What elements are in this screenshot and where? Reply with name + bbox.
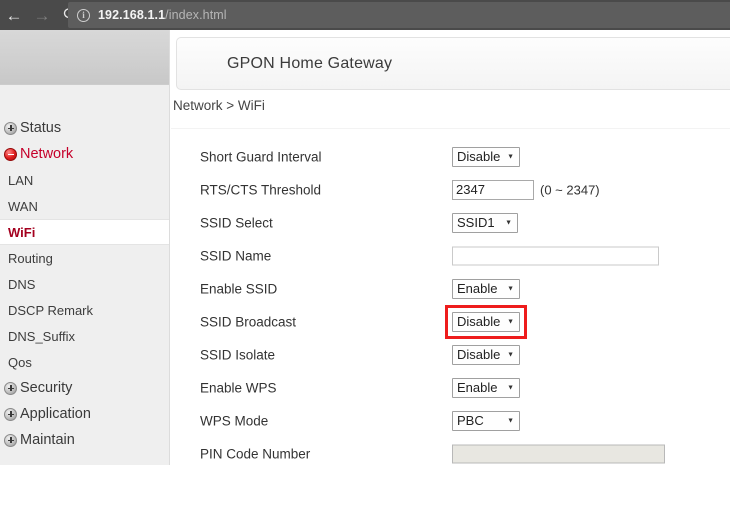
page-title: GPON Home Gateway — [227, 54, 393, 72]
select-wrap-wps-mode: PBCPIN — [452, 410, 520, 431]
wps-mode-select[interactable]: PBCPIN — [452, 410, 520, 431]
sidebar-top-band — [0, 30, 169, 85]
forward-arrow-icon[interactable]: → — [28, 0, 56, 30]
sidebar-nav-list: Status Network LAN WAN WiFi Routing DNS DSCP Re… — [0, 115, 169, 453]
form-row-ssid-broadcast: SSID Broadcast DisableEnable — [171, 305, 730, 338]
breadcrumb: Network > WiFi — [173, 98, 265, 113]
select-wrap-ssid-isolate: DisableEnable — [452, 344, 520, 365]
sidebar-item-security[interactable]: Security — [0, 375, 169, 401]
sidebar-item-application[interactable]: Application — [0, 401, 169, 427]
back-arrow-icon[interactable]: ← — [0, 0, 28, 30]
control-wrap-ssid-isolate: DisableEnable — [452, 344, 520, 365]
sidebar-item-wan[interactable]: WAN — [0, 193, 169, 219]
form-row-rts-cts-threshold: RTS/CTS Threshold (0 ~ 2347) — [171, 173, 730, 206]
main-content: GPON Home Gateway Network > WiFi Short G… — [171, 30, 730, 518]
form-row-enable-ssid: Enable SSID EnableDisable — [171, 272, 730, 305]
control-wrap-enable-wps: EnableDisable — [452, 377, 520, 398]
url-path-text: /index.html — [165, 8, 227, 22]
rts-cts-threshold-input[interactable] — [452, 179, 534, 200]
sidebar-item-label: DNS_Suffix — [8, 328, 75, 344]
control-wrap-enable-ssid: EnableDisable — [452, 278, 520, 299]
form-row-short-guard-interval: Short Guard Interval DisableEnable — [171, 140, 730, 173]
plus-circle-icon[interactable] — [4, 121, 17, 135]
label-ssid-name: SSID Name — [200, 248, 272, 263]
pin-code-number-input — [452, 444, 665, 463]
sidebar-item-label: LAN — [8, 172, 34, 188]
site-info-icon[interactable]: i — [77, 8, 90, 22]
plus-circle-icon[interactable] — [4, 381, 17, 395]
select-wrap-short-guard-interval: DisableEnable — [452, 146, 520, 167]
ssid-isolate-select[interactable]: DisableEnable — [452, 344, 520, 365]
select-wrap-enable-ssid: EnableDisable — [452, 278, 520, 299]
form-row-ssid-name: SSID Name — [171, 239, 730, 272]
label-rts-cts-threshold: RTS/CTS Threshold — [200, 182, 322, 197]
select-wrap-ssid-select: SSID1SSID2SSID3SSID4 — [452, 212, 518, 233]
form-row-pin-code-number: PIN Code Number — [171, 437, 730, 470]
sidebar-item-label: DNS — [8, 276, 36, 292]
control-wrap-ssid-broadcast: DisableEnable — [452, 311, 520, 332]
sidebar-item-lan[interactable]: LAN — [0, 167, 169, 193]
sidebar-item-qos[interactable]: Qos — [0, 349, 169, 375]
control-wrap-ssid-select: SSID1SSID2SSID3SSID4 — [452, 212, 518, 233]
ssid-name-input[interactable] — [452, 246, 659, 265]
hint-rts-cts-threshold: (0 ~ 2347) — [540, 182, 600, 197]
label-short-guard-interval: Short Guard Interval — [200, 149, 322, 164]
sidebar-item-label: Network — [20, 146, 74, 162]
form-row-enable-wps: Enable WPS EnableDisable — [171, 371, 730, 404]
ssid-select-select[interactable]: SSID1SSID2SSID3SSID4 — [452, 212, 518, 233]
sidebar-item-dns[interactable]: DNS — [0, 271, 169, 297]
control-wrap-wps-mode: PBCPIN — [452, 410, 520, 431]
sidebar-item-label: Routing — [8, 250, 53, 266]
sidebar-item-label: WAN — [8, 198, 38, 214]
form-row-ssid-select: SSID Select SSID1SSID2SSID3SSID4 — [171, 206, 730, 239]
sidebar-item-label: Status — [20, 120, 62, 136]
sidebar-item-label: Qos — [8, 354, 32, 370]
sidebar-item-wifi[interactable]: WiFi — [0, 219, 169, 245]
plus-circle-icon[interactable] — [4, 407, 17, 421]
control-wrap-short-guard-interval: DisableEnable — [452, 146, 520, 167]
control-wrap-pin-code-number — [452, 444, 665, 463]
screenshot-root: ← → ⟳ i 192.168.1.1 /index.html Status Ne… — [0, 0, 730, 518]
browser-toolbar: ← → ⟳ i 192.168.1.1 /index.html — [0, 0, 730, 30]
sidebar-item-label: Maintain — [20, 432, 75, 448]
sidebar: Status Network LAN WAN WiFi Routing DNS DSCP Re… — [0, 30, 170, 465]
control-wrap-ssid-name — [452, 246, 659, 265]
form-row-wps-mode: WPS Mode PBCPIN — [171, 404, 730, 437]
sidebar-item-dns-suffix[interactable]: DNS_Suffix — [0, 323, 169, 349]
plus-circle-icon[interactable] — [4, 433, 17, 447]
form-row-ssid-isolate: SSID Isolate DisableEnable — [171, 338, 730, 371]
label-ssid-isolate: SSID Isolate — [200, 347, 276, 362]
label-wps-mode: WPS Mode — [200, 413, 269, 428]
content-divider — [171, 128, 730, 129]
wifi-settings-form: Short Guard Interval DisableEnable RTS/CTS… — [171, 140, 730, 470]
short-guard-interval-select[interactable]: DisableEnable — [452, 146, 520, 167]
sidebar-item-label: Application — [20, 406, 91, 422]
select-wrap-enable-wps: EnableDisable — [452, 377, 520, 398]
label-ssid-broadcast: SSID Broadcast — [200, 314, 297, 329]
enable-wps-select[interactable]: EnableDisable — [452, 377, 520, 398]
sidebar-item-status[interactable]: Status — [0, 115, 169, 141]
address-bar[interactable]: i 192.168.1.1 /index.html — [68, 2, 730, 28]
sidebar-item-label: Security — [20, 380, 73, 396]
sidebar-item-label: DSCP Remark — [8, 302, 94, 318]
enable-ssid-select[interactable]: EnableDisable — [452, 278, 520, 299]
url-host-text: 192.168.1.1 — [98, 8, 166, 22]
select-wrap-ssid-broadcast: DisableEnable — [452, 311, 520, 332]
sidebar-item-label: WiFi — [8, 224, 36, 240]
minus-circle-icon[interactable] — [4, 147, 17, 161]
label-enable-ssid: Enable SSID — [200, 281, 278, 296]
ssid-broadcast-select[interactable]: DisableEnable — [452, 311, 520, 332]
sidebar-item-routing[interactable]: Routing — [0, 245, 169, 271]
sidebar-item-network[interactable]: Network — [0, 141, 169, 167]
sidebar-item-maintain[interactable]: Maintain — [0, 427, 169, 453]
sidebar-item-dscp-remark[interactable]: DSCP Remark — [0, 297, 169, 323]
control-wrap-rts-cts-threshold — [452, 179, 534, 200]
label-pin-code-number: PIN Code Number — [200, 446, 311, 461]
app-title-panel: GPON Home Gateway — [176, 37, 730, 90]
label-ssid-select: SSID Select — [200, 215, 273, 230]
label-enable-wps: Enable WPS — [200, 380, 277, 395]
